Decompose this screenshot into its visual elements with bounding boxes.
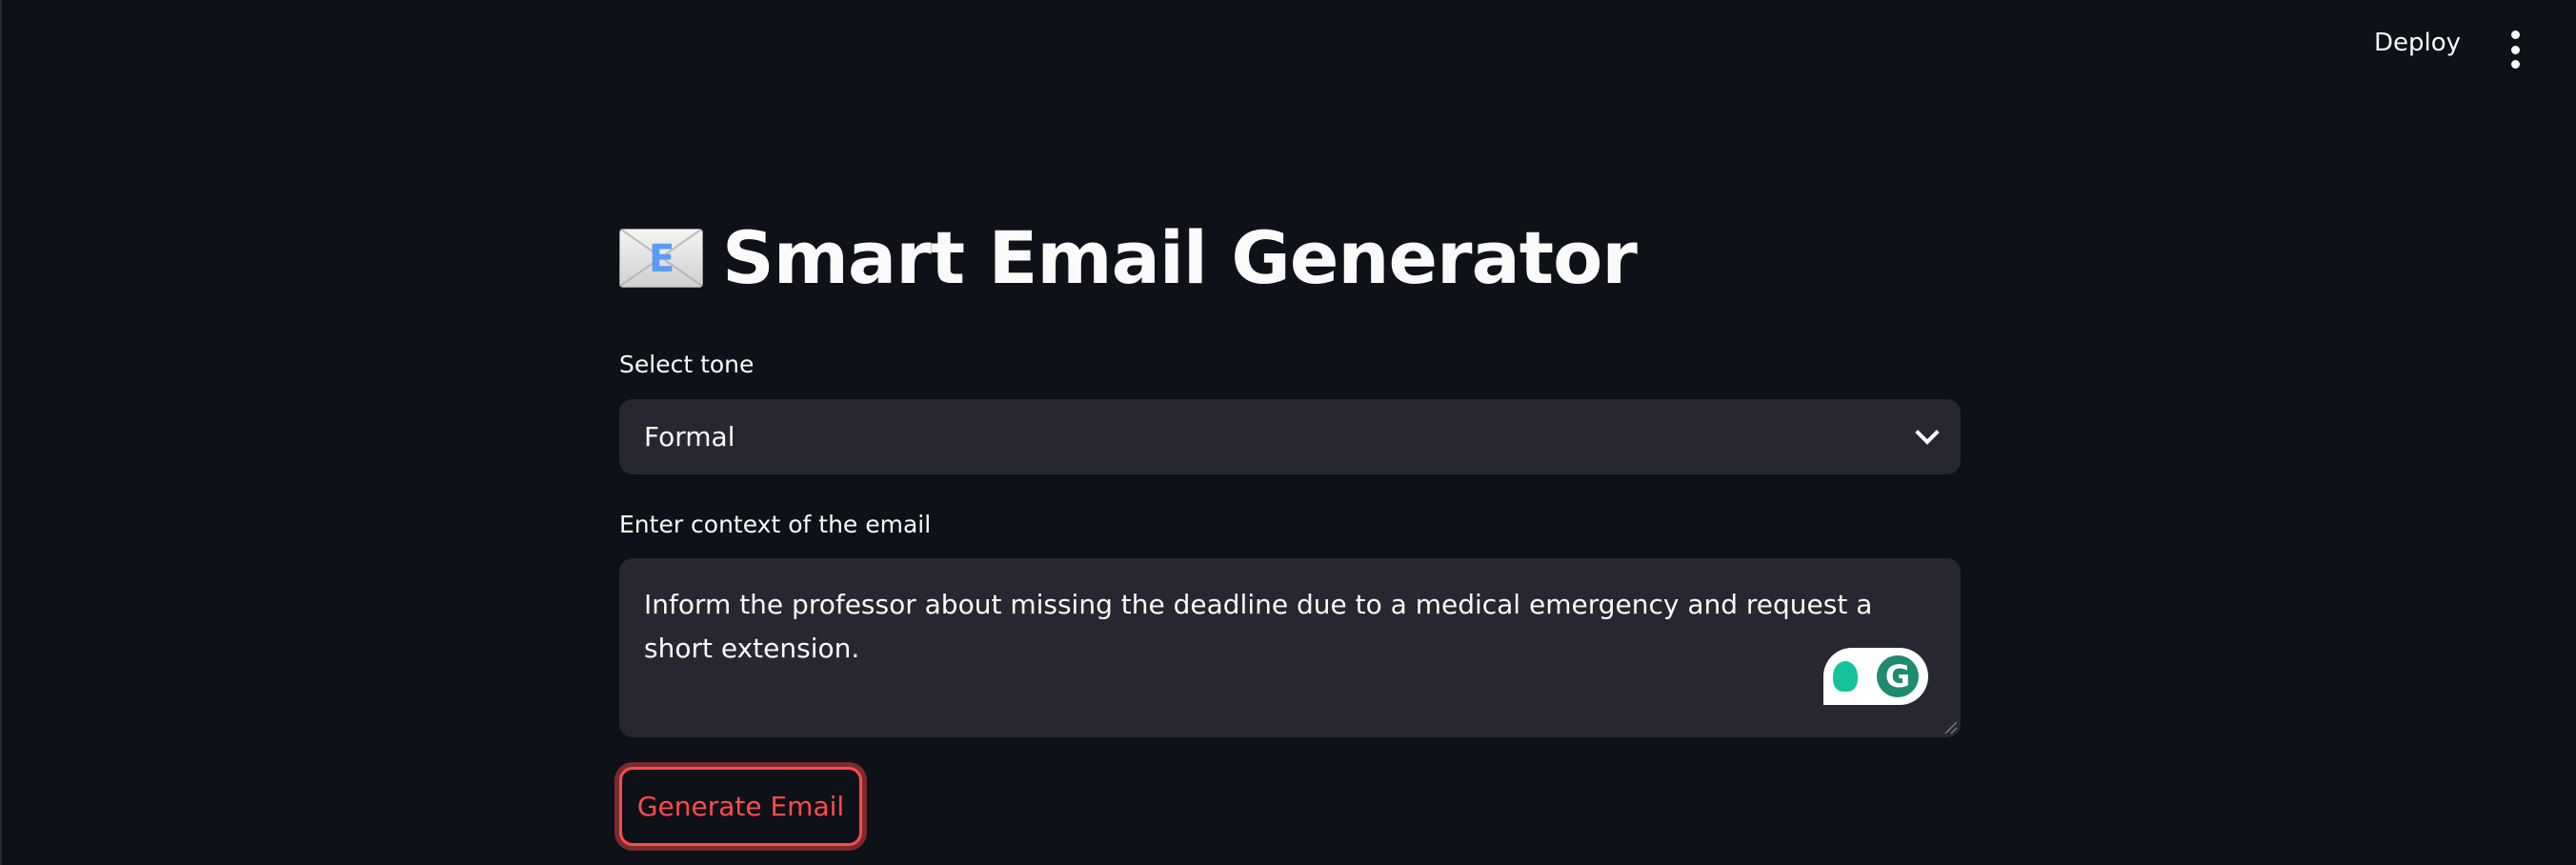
kebab-menu-icon[interactable] [2504,30,2526,69]
tone-select[interactable]: Formal [619,399,1961,474]
resize-handle-icon[interactable] [1945,722,1957,734]
context-text: Inform the professor about missing the d… [644,589,1873,664]
grammarly-widget[interactable]: G [1823,648,1928,705]
envelope-icon: E [619,228,703,288]
page-title: E Smart Email Generator [619,215,1638,300]
context-label: Enter context of the email [619,511,932,538]
tone-select-value: Formal [644,421,735,453]
page-title-text: Smart Email Generator [722,215,1638,300]
grammarly-icon: G [1877,655,1919,697]
tone-label: Select tone [619,351,755,378]
deploy-button[interactable]: Deploy [2374,29,2461,57]
context-textarea[interactable]: Inform the professor about missing the d… [619,558,1961,737]
lightbulb-icon [1833,661,1858,692]
chevron-down-icon [1915,420,1940,445]
generate-email-button[interactable]: Generate Email [619,767,862,846]
